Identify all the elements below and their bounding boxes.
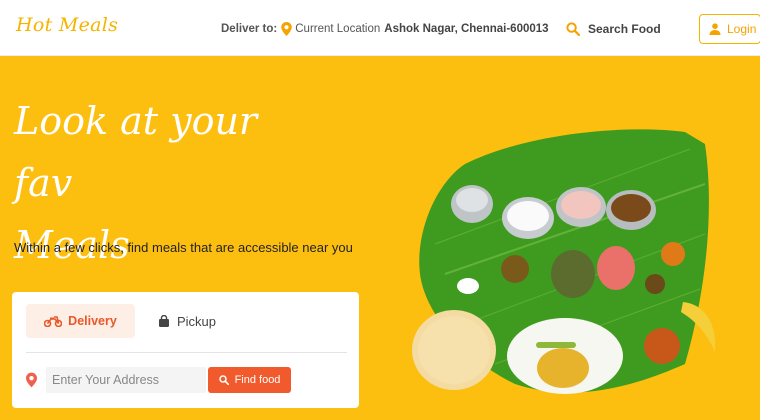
- hero-subtext: Within a few clicks, find meals that are…: [14, 240, 353, 255]
- find-food-label: Find food: [234, 374, 281, 386]
- card-divider: [26, 352, 347, 353]
- current-location-label: Current Location: [295, 23, 381, 35]
- location-pin-icon: [26, 372, 37, 388]
- side-dish: [551, 250, 595, 298]
- tab-delivery[interactable]: Delivery: [26, 304, 135, 338]
- hero-banner: Look at your fav Meals Within a few clic…: [0, 56, 760, 420]
- side-dish: [501, 255, 529, 283]
- shopping-bag-icon: [159, 315, 169, 327]
- tab-delivery-label: Delivery: [68, 314, 117, 328]
- search-food-label: Search Food: [588, 22, 661, 36]
- hero-headline-line1: Look at your fav: [14, 99, 258, 205]
- address-field-wrap: [26, 366, 206, 394]
- beans: [536, 342, 576, 348]
- find-food-button[interactable]: Find food: [208, 367, 291, 393]
- curry: [537, 348, 589, 388]
- user-icon: [709, 23, 721, 35]
- tab-pickup-label: Pickup: [177, 313, 217, 329]
- search-food-link[interactable]: Search Food: [566, 20, 661, 38]
- location-pin-icon: [281, 22, 292, 36]
- top-navbar: Hot Meals Deliver to: Current Location A…: [0, 0, 760, 56]
- login-label: Login: [727, 22, 757, 36]
- search-icon: [218, 375, 229, 385]
- vada: [644, 328, 680, 364]
- brand-logo[interactable]: Hot Meals: [16, 14, 118, 36]
- search-card: Delivery Pickup Find food: [12, 292, 359, 408]
- search-icon: [566, 22, 580, 36]
- side-dish: [661, 242, 685, 266]
- current-area: Ashok Nagar, Chennai-600013: [384, 23, 549, 35]
- salt: [457, 278, 479, 294]
- deliver-location[interactable]: Deliver to: Current Location Ashok Nagar…: [221, 21, 549, 37]
- deliver-to-label: Deliver to:: [221, 23, 278, 35]
- login-button[interactable]: Login: [699, 14, 760, 44]
- pickle: [597, 246, 635, 290]
- meal-illustration: [412, 129, 716, 394]
- address-input[interactable]: [46, 367, 206, 393]
- tab-pickup[interactable]: Pickup: [158, 304, 238, 338]
- side-dish: [645, 274, 665, 294]
- motorbike-icon: [44, 316, 63, 327]
